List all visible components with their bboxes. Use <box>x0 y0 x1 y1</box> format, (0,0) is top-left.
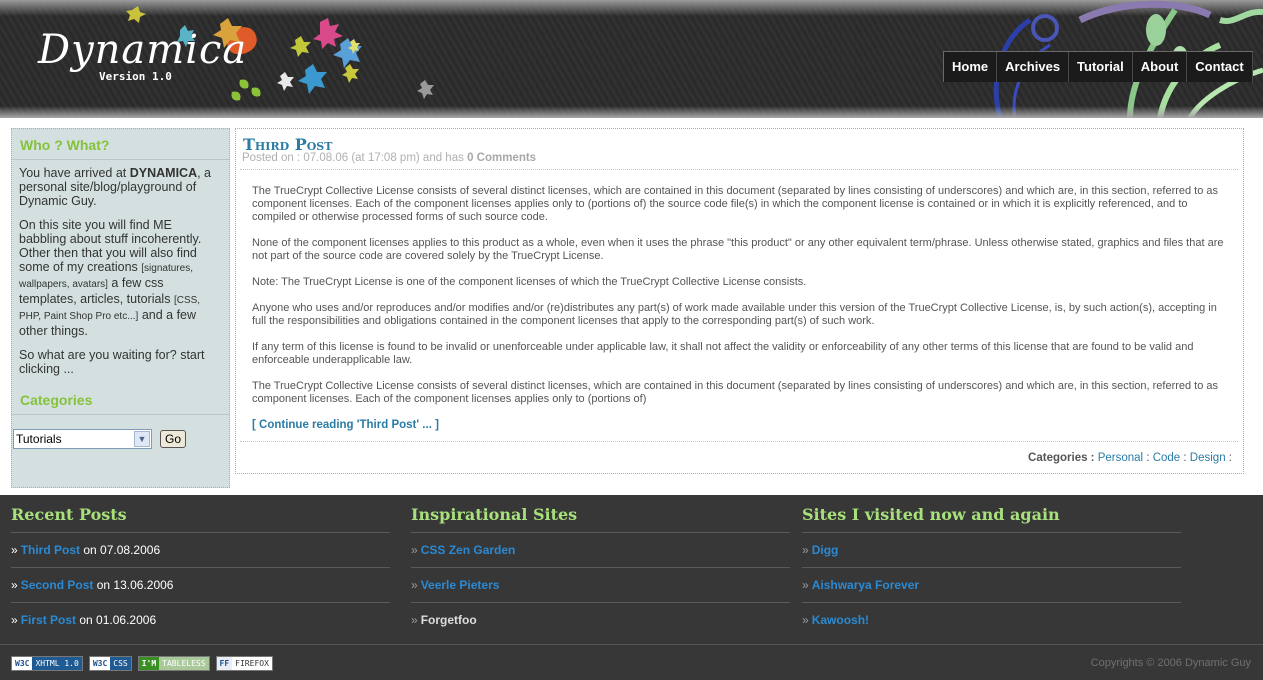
post-paragraph: The TrueCrypt Collective License consist… <box>252 185 1219 223</box>
post-article: Third Post Posted on : 07.08.06 (at 17:0… <box>235 128 1244 474</box>
post-paragraph: The TrueCrypt Collective License consist… <box>252 380 1219 405</box>
post-body: The TrueCrypt Collective License consist… <box>240 169 1238 432</box>
list-item: » Digg <box>802 533 1181 568</box>
css-badge[interactable]: W3C CSS <box>88 656 132 671</box>
sidebar-call-to-action: So what are you waiting for? start click… <box>19 348 205 376</box>
list-item: » Aishwarya Forever <box>802 568 1181 603</box>
site-link[interactable]: CSS Zen Garden <box>421 543 516 557</box>
inspirational-sites: Inspirational Sites » CSS Zen Garden » Vee… <box>411 503 790 638</box>
sidebar: Who ? What? You have arrived at DYNAMICA… <box>11 128 230 488</box>
site-link[interactable]: Aishwarya Forever <box>812 578 919 592</box>
category-form: Tutorials ▼ Go <box>12 415 229 449</box>
copyright-text: Copyrights © 2006 Dynamic Guy <box>1090 657 1251 669</box>
site-header: Dynamica Version 1.0 Home Archives Tutor… <box>0 0 1263 118</box>
xhtml-badge[interactable]: W3C XHTML 1.0 <box>11 656 83 671</box>
site-link[interactable]: Kawoosh! <box>812 613 869 627</box>
sidebar-description: On this site you will find ME babbling a… <box>19 218 202 338</box>
visited-sites-heading: Sites I visited now and again <box>802 503 1181 533</box>
list-item: » Veerle Pieters <box>411 568 790 603</box>
version-label: Version 1.0 <box>99 70 172 83</box>
nav-about[interactable]: About <box>1133 52 1188 82</box>
main-content: Who ? What? You have arrived at DYNAMICA… <box>0 118 1263 495</box>
site-footer: Recent Posts » Third Post on 07.08.2006 »… <box>0 495 1263 680</box>
category-link-design[interactable]: Design <box>1190 452 1226 464</box>
post-paragraph: If any term of this license is found to … <box>252 341 1194 366</box>
post-meta: Posted on : 07.08.06 (at 17:08 pm) and h… <box>242 152 537 164</box>
categories-heading: Categories <box>12 384 229 415</box>
list-item: » First Post on 01.06.2006 <box>11 613 157 627</box>
main-nav: Home Archives Tutorial About Contact <box>943 51 1253 82</box>
nav-archives[interactable]: Archives <box>997 52 1070 82</box>
recent-posts: Recent Posts » Third Post on 07.08.2006 »… <box>11 503 390 638</box>
chevron-down-icon[interactable]: ▼ <box>134 431 150 447</box>
go-button[interactable]: Go <box>160 430 187 448</box>
nav-contact[interactable]: Contact <box>1187 52 1253 82</box>
post-paragraph: Anyone who uses and/or reproduces and/or… <box>252 302 1217 327</box>
site-link[interactable]: Veerle Pieters <box>421 578 500 592</box>
post-paragraph: Note: The TrueCrypt License is one of th… <box>252 276 807 288</box>
recent-posts-heading: Recent Posts <box>11 503 390 533</box>
list-item: » CSS Zen Garden <box>411 533 790 568</box>
list-item: » Forgetfoo <box>411 613 477 627</box>
list-item: » Second Post on 13.06.2006 <box>11 568 390 603</box>
nav-tutorial[interactable]: Tutorial <box>1069 52 1133 82</box>
recent-post-link[interactable]: Second Post <box>21 578 94 592</box>
firefox-badge[interactable]: FF FIREFOX <box>215 656 273 671</box>
recent-post-link[interactable]: Third Post <box>21 543 80 557</box>
visited-sites: Sites I visited now and again » Digg » Ais… <box>802 503 1181 638</box>
recent-post-link[interactable]: First Post <box>21 613 76 627</box>
comments-link[interactable]: 0 Comments <box>467 152 536 164</box>
sidebar-heading: Who ? What? <box>12 129 229 160</box>
post-paragraph: None of the component licenses applies t… <box>252 237 1224 262</box>
list-item: » Kawoosh! <box>802 613 870 627</box>
category-link-code[interactable]: Code <box>1153 452 1181 464</box>
list-item: » Third Post on 07.08.2006 <box>11 533 390 568</box>
category-select[interactable]: Tutorials ▼ <box>13 429 152 449</box>
inspirational-sites-heading: Inspirational Sites <box>411 503 790 533</box>
site-name: DYNAMICA <box>129 166 198 180</box>
site-logo[interactable]: Dynamica <box>38 30 247 70</box>
badge-row: W3C XHTML 1.0 W3C CSS I'M TABLELESS FF FIREF… <box>11 656 273 671</box>
continue-reading-link[interactable]: [ Continue reading 'Third Post' ... ] <box>252 419 1226 432</box>
site-link[interactable]: Forgetfoo <box>421 613 477 627</box>
post-categories: Categories : Personal : Code : Design : <box>240 441 1238 464</box>
nav-home[interactable]: Home <box>944 52 998 82</box>
site-link[interactable]: Digg <box>812 543 839 557</box>
sidebar-intro: You have arrived at DYNAMICA, a personal… <box>19 166 212 208</box>
footer-divider <box>0 644 1263 645</box>
category-link-personal[interactable]: Personal <box>1098 452 1143 464</box>
tableless-badge[interactable]: I'M TABLELESS <box>137 656 210 671</box>
